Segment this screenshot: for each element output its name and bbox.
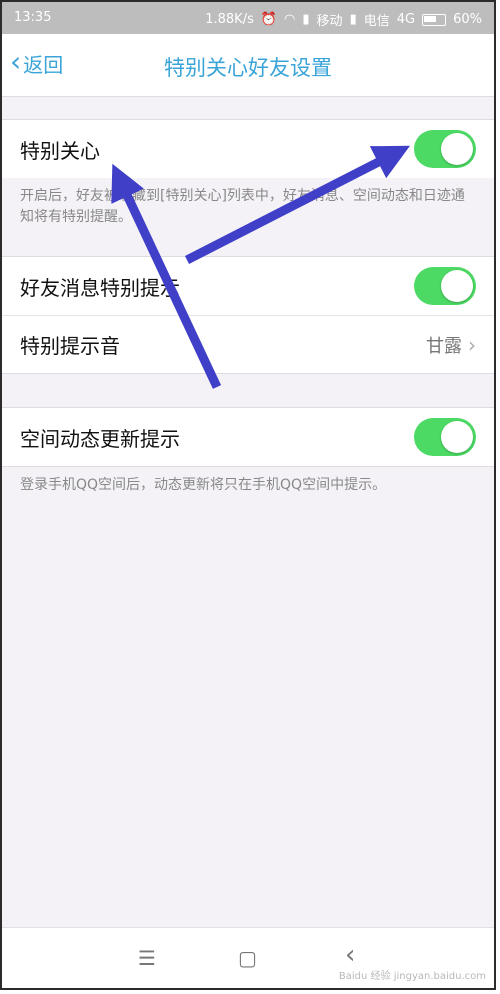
back-nav-icon[interactable]: ‹ — [345, 940, 355, 970]
status-time: 13:35 — [14, 10, 52, 25]
sound-row[interactable]: 特别提示音 甘露 › — [2, 315, 494, 373]
bottom-nav: ☰ ▢ ‹ Baidu 经验 jingyan.baidu.com — [2, 927, 494, 988]
special-care-section: 特别关心 — [2, 119, 494, 179]
network-type: 4G — [396, 12, 416, 27]
nav-bar: ‹ 返回 特别关心好友设置 — [2, 34, 494, 97]
qzone-label: 空间动态更新提示 — [20, 426, 180, 451]
home-icon[interactable]: ▢ — [238, 946, 257, 970]
sound-value-text: 甘露 — [426, 335, 462, 357]
toggle-knob — [441, 133, 473, 165]
menu-icon[interactable]: ☰ — [138, 946, 156, 970]
carrier-2: 电信 — [363, 14, 390, 29]
wifi-icon: ◠ — [284, 12, 296, 27]
special-care-toggle[interactable] — [414, 130, 476, 168]
chevron-right-icon: › — [468, 332, 476, 357]
friend-msg-label: 好友消息特别提示 — [20, 275, 180, 300]
toggle-knob — [441, 270, 473, 302]
sound-value: 甘露 › — [426, 332, 476, 358]
phone-screen: 13:35 1.88K/s ⏰ ◠ ▮ 移动 ▮ 电信 4G 60% ‹ 返回 … — [0, 0, 496, 990]
qzone-row: 空间动态更新提示 — [2, 408, 494, 466]
friend-settings-section: 好友消息特别提示 特别提示音 甘露 › — [2, 256, 494, 374]
friend-msg-toggle[interactable] — [414, 267, 476, 305]
special-care-label: 特别关心 — [20, 138, 100, 163]
carrier-1: 移动 — [316, 14, 343, 29]
page-title: 特别关心好友设置 — [164, 56, 332, 80]
alarm-icon: ⏰ — [260, 12, 278, 27]
qzone-description: 登录手机QQ空间后，动态更新将只在手机QQ空间中提示。 — [2, 467, 494, 506]
signal-icon: ▮ — [349, 12, 357, 27]
network-speed: 1.88K/s — [205, 12, 254, 27]
special-care-row: 特别关心 — [2, 120, 494, 178]
sound-label: 特别提示音 — [20, 334, 120, 358]
signal-icon: ▮ — [302, 12, 310, 27]
toggle-knob — [441, 421, 473, 453]
battery-icon — [422, 13, 447, 26]
special-care-description: 开启后，好友被收藏到[特别关心]列表中，好友消息、空间动态和日迹通知将有特别提醒… — [2, 178, 494, 238]
status-bar: 13:35 1.88K/s ⏰ ◠ ▮ 移动 ▮ 电信 4G 60% — [2, 2, 494, 34]
battery-percent: 60% — [453, 12, 482, 27]
watermark: Baidu 经验 jingyan.baidu.com — [338, 971, 486, 982]
qzone-toggle[interactable] — [414, 418, 476, 456]
status-right: 1.88K/s ⏰ ◠ ▮ 移动 ▮ 电信 4G 60% — [205, 10, 482, 29]
qzone-section: 空间动态更新提示 — [2, 407, 494, 467]
friend-msg-row: 好友消息特别提示 — [2, 257, 494, 315]
